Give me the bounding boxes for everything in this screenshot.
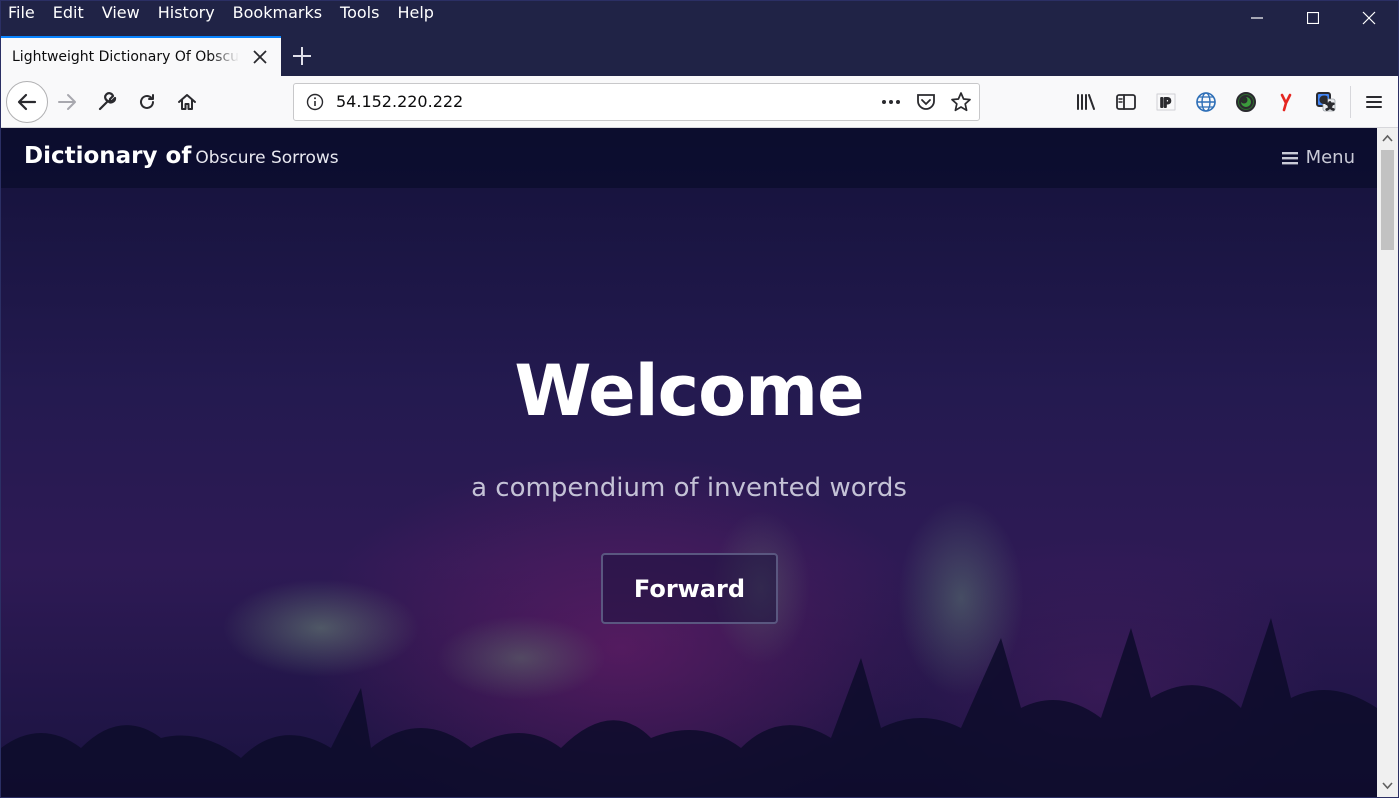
yandex-extension-button[interactable] (1270, 86, 1302, 118)
hamburger-icon (1366, 96, 1382, 108)
home-button[interactable] (171, 86, 203, 118)
tab-strip: Lightweight Dictionary Of Obscure Sorrow… (0, 36, 1399, 76)
crowd-silhouette (1, 618, 1377, 798)
maximize-button[interactable] (1285, 0, 1341, 36)
brand-strong-text: Dictionary of (24, 143, 192, 169)
back-button[interactable] (6, 81, 48, 123)
svg-text:文: 文 (1326, 101, 1334, 111)
sidebar-icon (1116, 94, 1136, 110)
page-scrollbar[interactable] (1377, 128, 1398, 798)
site-menu-label: Menu (1305, 147, 1355, 168)
green-extension-button[interactable] (1230, 86, 1262, 118)
url-text[interactable]: 54.152.220.222 (336, 92, 463, 111)
menu-help[interactable]: Help (388, 0, 442, 26)
menu-tools[interactable]: Tools (331, 0, 388, 26)
menu-view[interactable]: View (93, 0, 149, 26)
brand-light-text: Obscure Sorrows (195, 148, 339, 168)
hamburger-icon (1281, 151, 1298, 164)
minimize-icon (1251, 17, 1263, 19)
tab-close-icon[interactable] (251, 48, 269, 66)
menu-bookmarks[interactable]: Bookmarks (224, 0, 331, 26)
scroll-thumb[interactable] (1381, 150, 1394, 250)
forward-button[interactable] (51, 86, 83, 118)
new-tab-icon[interactable] (290, 44, 314, 68)
forward-cta-button[interactable]: Forward (601, 553, 778, 624)
menu-bar: File Edit View History Bookmarks Tools H… (0, 0, 443, 26)
translate-extension-button[interactable]: G 文 (1310, 86, 1342, 118)
url-bar[interactable]: 54.152.220.222 (293, 83, 980, 121)
ellipsis-icon[interactable] (880, 93, 902, 111)
hero-title: Welcome (514, 350, 864, 432)
close-window-button[interactable] (1341, 0, 1397, 36)
yandex-icon (1280, 93, 1292, 112)
menu-history[interactable]: History (149, 0, 224, 26)
wrench-icon (98, 92, 117, 111)
reload-button[interactable] (131, 86, 163, 118)
pocket-icon[interactable] (916, 92, 936, 112)
site-navbar: Dictionary of Obscure Sorrows Menu (1, 128, 1377, 188)
info-icon[interactable] (306, 93, 324, 111)
hero-subtitle: a compendium of invented words (471, 473, 907, 503)
scroll-down-icon[interactable] (1382, 780, 1393, 791)
site-menu-button[interactable]: Menu (1281, 147, 1355, 168)
globe-icon (1196, 92, 1216, 112)
ip-icon: IP (1156, 93, 1176, 111)
minimize-button[interactable] (1229, 0, 1285, 36)
page-content: Dictionary of Obscure Sorrows Menu Welcom… (1, 128, 1377, 798)
library-icon (1077, 94, 1095, 110)
toolbar-divider (1350, 86, 1351, 118)
arrow-left-icon (17, 93, 37, 111)
tools-button[interactable] (91, 86, 123, 118)
tab-active[interactable]: Lightweight Dictionary Of Obscure Sorrow… (1, 36, 281, 76)
home-icon (178, 94, 196, 110)
tab-title: Lightweight Dictionary Of Obscure Sorrow… (12, 49, 239, 65)
title-bar: File Edit View History Bookmarks Tools H… (0, 0, 1399, 36)
arrow-right-icon (58, 94, 76, 110)
menu-edit[interactable]: Edit (44, 0, 93, 26)
svg-text:IP: IP (1160, 96, 1171, 110)
ip-extension-button[interactable]: IP (1150, 86, 1182, 118)
nav-bar: 54.152.220.222 IP G 文 (0, 76, 1399, 128)
maximize-icon (1307, 12, 1319, 24)
library-button[interactable] (1070, 86, 1102, 118)
scroll-up-icon[interactable] (1382, 133, 1393, 144)
menu-file[interactable]: File (0, 0, 44, 26)
globe-extension-button[interactable] (1190, 86, 1222, 118)
translate-icon: G 文 (1316, 92, 1336, 112)
sidebar-button[interactable] (1110, 86, 1142, 118)
close-icon (1362, 11, 1376, 25)
reload-icon (140, 94, 154, 109)
open-menu-button[interactable] (1358, 86, 1390, 118)
extension-icon (1236, 92, 1256, 112)
star-icon[interactable] (950, 91, 972, 113)
site-brand[interactable]: Dictionary of Obscure Sorrows (24, 143, 339, 169)
